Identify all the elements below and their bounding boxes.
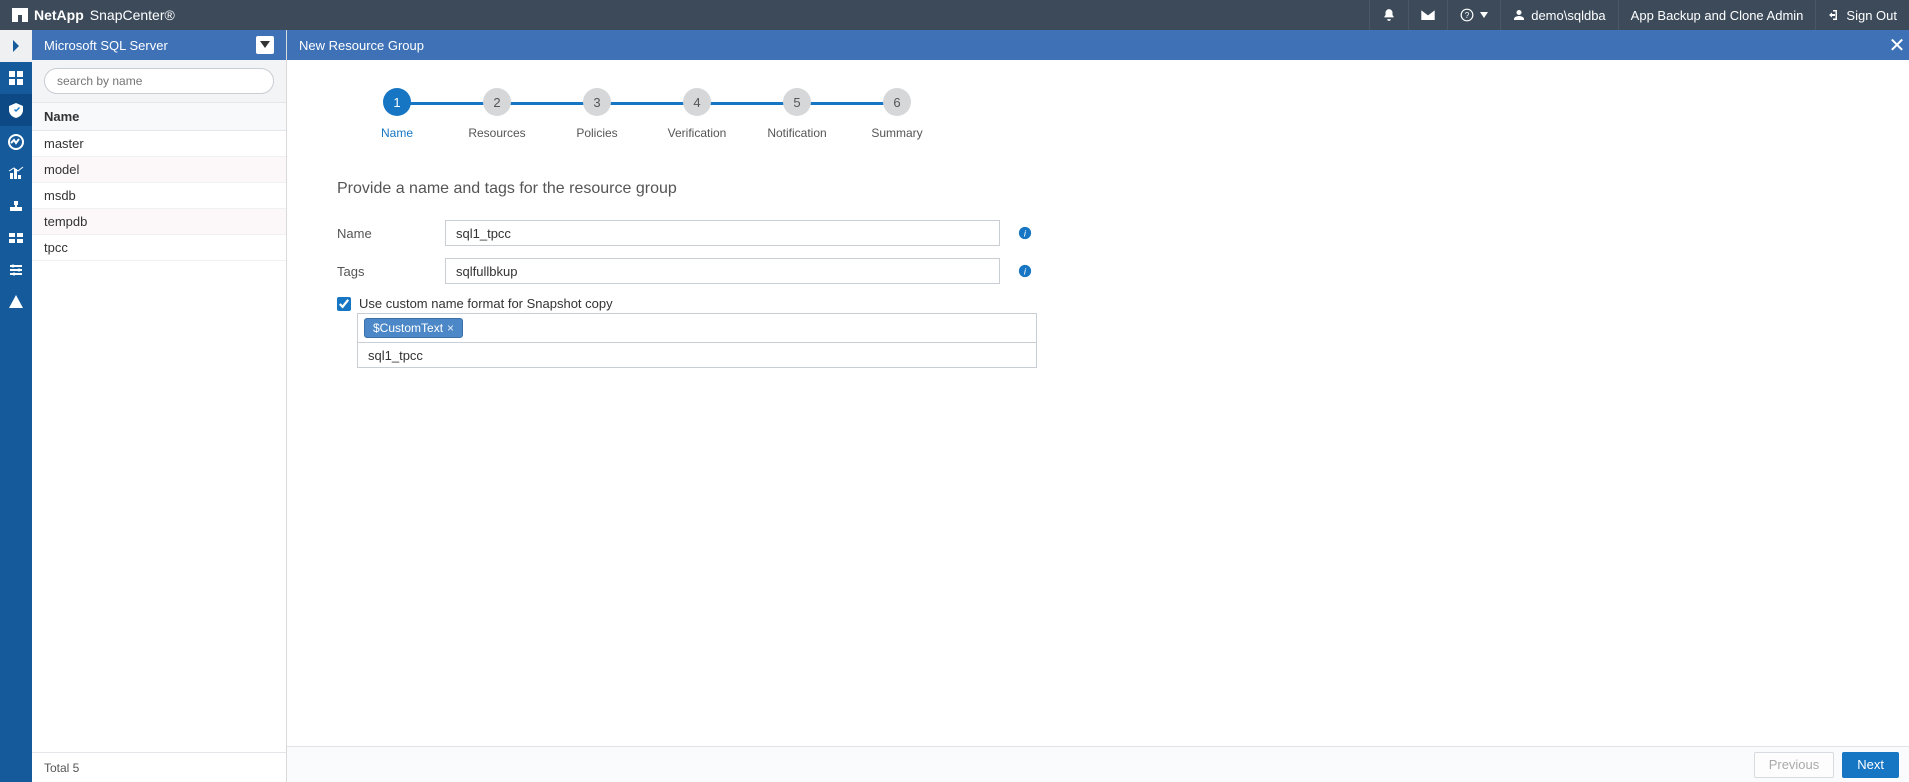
- nav-expand-button[interactable]: [0, 30, 32, 62]
- top-bar: NetApp SnapCenter® ? demo\sqldba App Bac…: [0, 0, 1909, 30]
- custom-format-checkbox[interactable]: [337, 297, 351, 311]
- nav-resources[interactable]: [0, 94, 32, 126]
- nav-reports[interactable]: [0, 158, 32, 190]
- brand-company: NetApp: [34, 7, 84, 23]
- list-item[interactable]: msdb: [32, 183, 286, 209]
- step-notification[interactable]: 5 Notification: [747, 88, 847, 140]
- list-item-label: model: [44, 162, 79, 177]
- nav-alerts[interactable]: [0, 286, 32, 318]
- resource-list-panel: Microsoft SQL Server Name master model m…: [32, 30, 287, 782]
- list-selector-header: Microsoft SQL Server: [32, 30, 286, 60]
- nav-hosts[interactable]: [0, 190, 32, 222]
- list-rows: master model msdb tempdb tpcc: [32, 131, 286, 752]
- wizard-form: Provide a name and tags for the resource…: [337, 180, 1859, 368]
- tags-field-row: Tags i: [337, 258, 1859, 284]
- list-search-wrap: [32, 60, 286, 103]
- wizard-panel: New Resource Group ✕ 1 Name 2 Resources …: [287, 30, 1909, 782]
- list-item[interactable]: model: [32, 157, 286, 183]
- brand-block: NetApp SnapCenter®: [0, 7, 187, 23]
- list-footer: Total 5: [32, 752, 286, 782]
- list-item[interactable]: tpcc: [32, 235, 286, 261]
- step-number: 6: [883, 88, 911, 116]
- tags-info-icon[interactable]: i: [1018, 264, 1032, 278]
- nav-storage[interactable]: [0, 222, 32, 254]
- step-summary[interactable]: 6 Summary: [847, 88, 947, 140]
- name-field-row: Name i: [337, 220, 1859, 246]
- token-remove-icon[interactable]: ×: [447, 321, 454, 335]
- format-token-text: $CustomText: [373, 321, 443, 335]
- list-item[interactable]: tempdb: [32, 209, 286, 235]
- signout-icon: [1828, 9, 1840, 21]
- list-item-label: master: [44, 136, 84, 151]
- list-total: Total 5: [44, 761, 79, 775]
- custom-name-input[interactable]: [357, 342, 1037, 368]
- step-name[interactable]: 1 Name: [347, 88, 447, 140]
- wizard-header: New Resource Group ✕: [287, 30, 1909, 60]
- wizard-close-button[interactable]: ✕: [1885, 30, 1909, 60]
- step-resources[interactable]: 2 Resources: [447, 88, 547, 140]
- step-label: Policies: [576, 126, 617, 140]
- step-number: 1: [383, 88, 411, 116]
- nav-rail: [0, 30, 32, 782]
- role-label: App Backup and Clone Admin: [1631, 8, 1804, 23]
- nav-monitor[interactable]: [0, 126, 32, 158]
- step-number: 3: [583, 88, 611, 116]
- topbar-right: ? demo\sqldba App Backup and Clone Admin…: [1369, 0, 1909, 30]
- step-verification[interactable]: 4 Verification: [647, 88, 747, 140]
- step-policies[interactable]: 3 Policies: [547, 88, 647, 140]
- custom-format-tokenbox[interactable]: $CustomText ×: [357, 313, 1037, 343]
- list-search-input[interactable]: [44, 68, 274, 94]
- nav-dashboard[interactable]: [0, 62, 32, 94]
- step-label: Notification: [767, 126, 826, 140]
- list-item-label: msdb: [44, 188, 76, 203]
- signout-label: Sign Out: [1846, 8, 1897, 23]
- name-label: Name: [337, 226, 445, 241]
- step-label: Summary: [871, 126, 922, 140]
- name-info-icon[interactable]: i: [1018, 226, 1032, 240]
- next-button[interactable]: Next: [1842, 752, 1899, 778]
- tags-input[interactable]: [445, 258, 1000, 284]
- wizard-actions: Previous Next: [287, 746, 1909, 782]
- user-label: demo\sqldba: [1531, 8, 1605, 23]
- role-label-wrap[interactable]: App Backup and Clone Admin: [1618, 0, 1816, 30]
- list-selector-label: Microsoft SQL Server: [44, 38, 168, 53]
- previous-button[interactable]: Previous: [1754, 752, 1835, 778]
- name-input[interactable]: [445, 220, 1000, 246]
- list-item[interactable]: master: [32, 131, 286, 157]
- list-selector-dropdown[interactable]: [256, 36, 274, 54]
- step-label: Resources: [468, 126, 525, 140]
- brand-product: SnapCenter®: [90, 7, 175, 23]
- wizard-title: New Resource Group: [299, 38, 424, 53]
- form-title: Provide a name and tags for the resource…: [337, 180, 1859, 198]
- wizard-stepper: 1 Name 2 Resources 3 Policies 4: [347, 88, 1859, 140]
- user-menu[interactable]: demo\sqldba: [1500, 0, 1617, 30]
- list-column-header[interactable]: Name: [32, 103, 286, 131]
- custom-format-label: Use custom name format for Snapshot copy: [359, 296, 613, 311]
- list-item-label: tempdb: [44, 214, 87, 229]
- user-icon: [1513, 9, 1525, 21]
- step-number: 5: [783, 88, 811, 116]
- svg-text:?: ?: [1465, 11, 1470, 20]
- list-column-name: Name: [44, 109, 79, 124]
- step-number: 2: [483, 88, 511, 116]
- messages-button[interactable]: [1408, 0, 1447, 30]
- help-button[interactable]: ?: [1447, 0, 1500, 30]
- custom-format-row[interactable]: Use custom name format for Snapshot copy: [337, 296, 1859, 311]
- tags-label: Tags: [337, 264, 445, 279]
- step-number: 4: [683, 88, 711, 116]
- format-token[interactable]: $CustomText ×: [364, 318, 463, 338]
- list-item-label: tpcc: [44, 240, 68, 255]
- notifications-button[interactable]: [1369, 0, 1408, 30]
- nav-settings[interactable]: [0, 254, 32, 286]
- netapp-logo-icon: [12, 8, 28, 22]
- step-label: Verification: [668, 126, 727, 140]
- signout-button[interactable]: Sign Out: [1815, 0, 1909, 30]
- step-label: Name: [381, 126, 413, 140]
